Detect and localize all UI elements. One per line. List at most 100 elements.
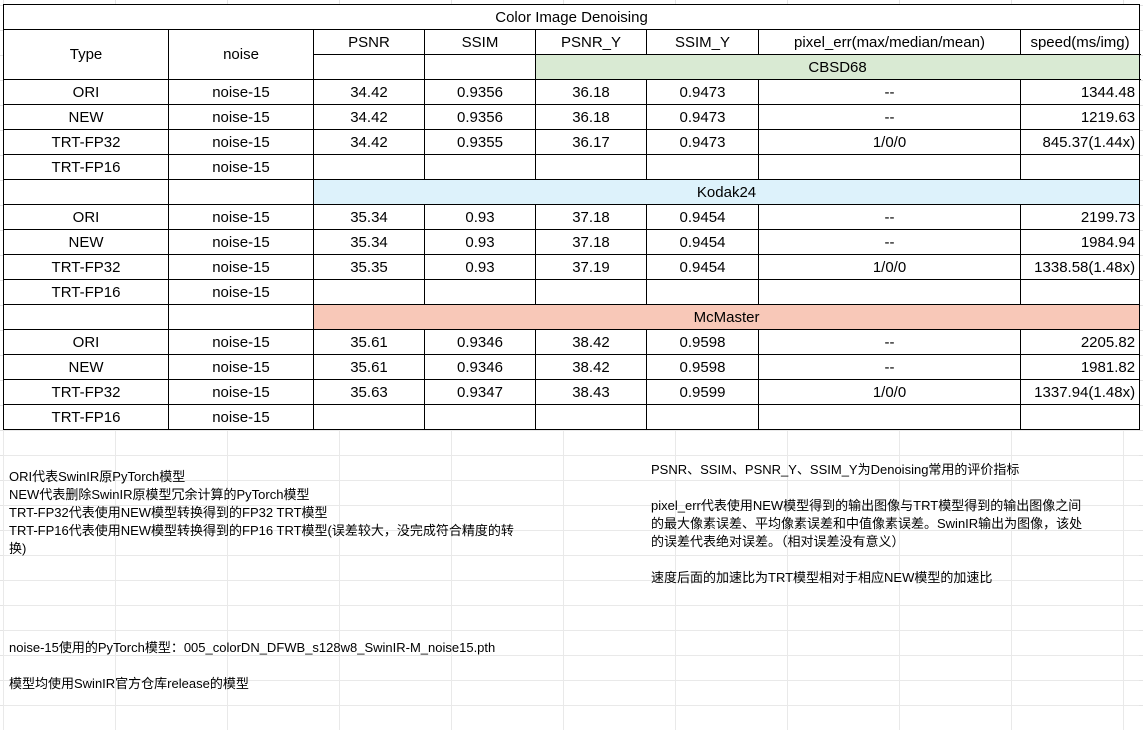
cell-psnr[interactable]: 35.63 — [313, 379, 425, 405]
cell-psnr[interactable]: 35.34 — [313, 204, 425, 230]
cell-noise[interactable]: noise-15 — [168, 129, 314, 155]
header-ssim-y[interactable]: SSIM_Y — [646, 29, 759, 55]
cell-pixel-err[interactable]: -- — [758, 204, 1021, 230]
cell-speed[interactable] — [1019, 279, 1141, 305]
cell-noise[interactable]: noise-15 — [168, 379, 314, 405]
cell-ssim[interactable] — [424, 404, 536, 430]
cell-speed[interactable]: 1344.48 — [1019, 79, 1141, 105]
cell-type[interactable]: NEW — [3, 354, 169, 380]
cell-ssim[interactable]: 0.9355 — [424, 129, 536, 155]
cell-psnr[interactable]: 35.34 — [313, 229, 425, 255]
cell-psnr-y[interactable]: 36.18 — [535, 79, 647, 105]
cell-psnr[interactable]: 34.42 — [313, 104, 425, 130]
cell-type[interactable]: TRT-FP16 — [3, 154, 169, 180]
band-empty-cell[interactable] — [313, 54, 425, 80]
cell-ssim-y[interactable]: 0.9454 — [646, 229, 759, 255]
cell-ssim[interactable] — [424, 279, 536, 305]
cell-pixel-err[interactable]: -- — [758, 104, 1021, 130]
cell-psnr-y[interactable]: 38.42 — [535, 354, 647, 380]
cell-ssim-y[interactable] — [646, 404, 759, 430]
dataset-name[interactable]: Kodak24 — [312, 179, 1141, 205]
cell-type[interactable]: TRT-FP16 — [3, 279, 169, 305]
cell-speed[interactable]: 1337.94(1.48x) — [1019, 379, 1141, 405]
cell-psnr[interactable]: 35.35 — [313, 254, 425, 280]
cell-ssim-y[interactable]: 0.9473 — [646, 104, 759, 130]
cell-psnr-y[interactable]: 36.17 — [535, 129, 647, 155]
header-noise[interactable]: noise — [168, 29, 314, 80]
cell-ssim-y[interactable]: 0.9599 — [646, 379, 759, 405]
band-empty-cell[interactable] — [3, 304, 169, 330]
cell-speed[interactable]: 2199.73 — [1019, 204, 1141, 230]
cell-ssim[interactable]: 0.93 — [424, 254, 536, 280]
cell-type[interactable]: ORI — [3, 79, 169, 105]
cell-ssim-y[interactable]: 0.9454 — [646, 254, 759, 280]
cell-type[interactable]: NEW — [3, 229, 169, 255]
cell-noise[interactable]: noise-15 — [168, 229, 314, 255]
cell-type[interactable]: ORI — [3, 329, 169, 355]
cell-pixel-err[interactable]: 1/0/0 — [758, 379, 1021, 405]
cell-noise[interactable]: noise-15 — [168, 404, 314, 430]
cell-type[interactable]: NEW — [3, 104, 169, 130]
cell-ssim[interactable]: 0.9356 — [424, 79, 536, 105]
cell-psnr[interactable]: 35.61 — [313, 354, 425, 380]
cell-noise[interactable]: noise-15 — [168, 254, 314, 280]
cell-psnr-y[interactable] — [535, 404, 647, 430]
cell-psnr[interactable]: 34.42 — [313, 79, 425, 105]
cell-psnr-y[interactable]: 38.43 — [535, 379, 647, 405]
cell-ssim-y[interactable]: 0.9473 — [646, 79, 759, 105]
header-psnr[interactable]: PSNR — [313, 29, 425, 55]
band-empty-cell[interactable] — [424, 54, 536, 80]
cell-pixel-err[interactable]: 1/0/0 — [758, 254, 1021, 280]
dataset-name[interactable]: CBSD68 — [534, 54, 1141, 80]
cell-pixel-err[interactable]: -- — [758, 229, 1021, 255]
cell-pixel-err[interactable]: -- — [758, 354, 1021, 380]
cell-noise[interactable]: noise-15 — [168, 329, 314, 355]
band-empty-cell[interactable] — [168, 179, 314, 205]
band-empty-cell[interactable] — [168, 304, 314, 330]
cell-psnr-y[interactable] — [535, 154, 647, 180]
cell-type[interactable]: TRT-FP32 — [3, 129, 169, 155]
cell-speed[interactable]: 1219.63 — [1019, 104, 1141, 130]
cell-type[interactable]: TRT-FP16 — [3, 404, 169, 430]
cell-speed[interactable]: 1984.94 — [1019, 229, 1141, 255]
cell-pixel-err[interactable]: -- — [758, 79, 1021, 105]
header-psnr-y[interactable]: PSNR_Y — [535, 29, 647, 55]
cell-ssim-y[interactable]: 0.9598 — [646, 329, 759, 355]
cell-ssim-y[interactable]: 0.9473 — [646, 129, 759, 155]
cell-psnr-y[interactable]: 37.18 — [535, 229, 647, 255]
cell-psnr-y[interactable] — [535, 279, 647, 305]
cell-type[interactable]: TRT-FP32 — [3, 254, 169, 280]
cell-psnr[interactable]: 34.42 — [313, 129, 425, 155]
cell-type[interactable]: TRT-FP32 — [3, 379, 169, 405]
cell-speed[interactable]: 2205.82 — [1019, 329, 1141, 355]
cell-pixel-err[interactable]: 1/0/0 — [758, 129, 1021, 155]
cell-psnr-y[interactable]: 36.18 — [535, 104, 647, 130]
cell-ssim[interactable]: 0.9347 — [424, 379, 536, 405]
cell-psnr-y[interactable]: 37.19 — [535, 254, 647, 280]
cell-psnr[interactable] — [313, 279, 425, 305]
cell-ssim[interactable]: 0.9356 — [424, 104, 536, 130]
cell-speed[interactable]: 1338.58(1.48x) — [1019, 254, 1141, 280]
header-type[interactable]: Type — [3, 29, 169, 80]
cell-ssim[interactable]: 0.93 — [424, 204, 536, 230]
cell-speed[interactable]: 845.37(1.44x) — [1019, 129, 1141, 155]
cell-psnr-y[interactable]: 38.42 — [535, 329, 647, 355]
cell-pixel-err[interactable] — [758, 154, 1021, 180]
cell-pixel-err[interactable] — [758, 279, 1021, 305]
cell-ssim-y[interactable] — [646, 154, 759, 180]
table-title[interactable]: Color Image Denoising — [2, 4, 1141, 30]
cell-speed[interactable] — [1019, 404, 1141, 430]
header-speed[interactable]: speed(ms/img) — [1019, 29, 1141, 55]
cell-pixel-err[interactable]: -- — [758, 329, 1021, 355]
cell-ssim-y[interactable] — [646, 279, 759, 305]
cell-noise[interactable]: noise-15 — [168, 79, 314, 105]
band-empty-cell[interactable] — [3, 179, 169, 205]
cell-ssim[interactable]: 0.9346 — [424, 329, 536, 355]
cell-speed[interactable]: 1981.82 — [1019, 354, 1141, 380]
cell-psnr[interactable] — [313, 154, 425, 180]
cell-psnr-y[interactable]: 37.18 — [535, 204, 647, 230]
cell-noise[interactable]: noise-15 — [168, 154, 314, 180]
cell-speed[interactable] — [1019, 154, 1141, 180]
cell-ssim-y[interactable]: 0.9454 — [646, 204, 759, 230]
cell-noise[interactable]: noise-15 — [168, 104, 314, 130]
